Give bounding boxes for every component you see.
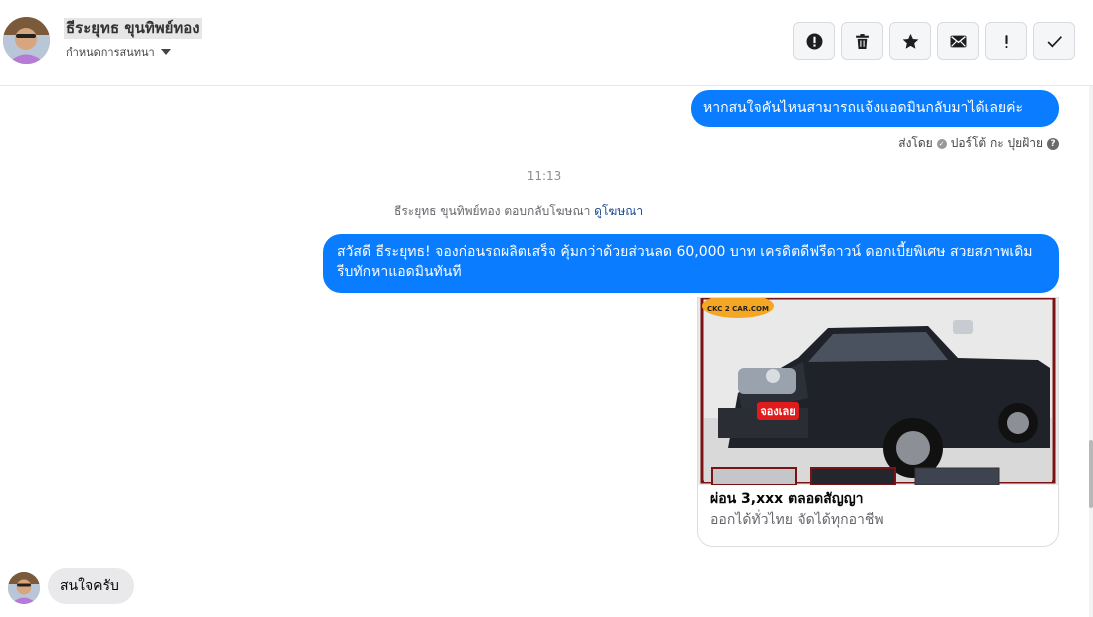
- sent-by-name: ปอร์โต้ กะ ปุยฝ้าย: [950, 136, 1043, 150]
- alert-circle-icon: [806, 33, 822, 49]
- incoming-message[interactable]: สนใจครับ: [48, 568, 134, 604]
- follow-up-button[interactable]: [985, 22, 1027, 60]
- customer-avatar[interactable]: [8, 572, 40, 604]
- ad-image-badge-text: CKC 2 CAR.COM: [707, 305, 769, 313]
- ad-card-title: ผ่อน 3,xxx ตลอดสัญญา: [710, 491, 864, 507]
- contact-avatar[interactable]: [3, 17, 50, 64]
- caret-down-icon: [160, 49, 171, 55]
- ad-image-button-text: จองเลย: [760, 405, 795, 418]
- ad-reply-note: ธีระยุทธ ขุนทิพย์ทอง ตอบกลับโฆษณา ดูโฆษณ…: [394, 202, 643, 221]
- conversation-header: ธีระยุทธ ขุนทิพย์ทอง กำหนดการสนทนา: [0, 0, 1093, 86]
- ad-card-subtitle: ออกได้ทั่วไทย จัดได้ทุกอาชีพ: [710, 512, 884, 528]
- ad-message[interactable]: สวัสดี ธีระยุทธ! จองก่อนรถผลิตเสร็จ คุ้ม…: [323, 234, 1059, 293]
- mark-unread-button[interactable]: [937, 22, 979, 60]
- conversation-toolbar: [793, 22, 1075, 60]
- star-icon: [902, 33, 918, 49]
- envelope-icon: [950, 35, 966, 47]
- scrollbar-track[interactable]: [1089, 86, 1093, 617]
- scrollbar-thumb[interactable]: [1089, 440, 1093, 508]
- message-timestamp: 11:13: [526, 169, 562, 183]
- ad-card[interactable]: CKC 2 CAR.COM จองเลย ผ่อน 3,xxx ตลอดสัญญ…: [697, 297, 1059, 547]
- verified-icon: ✓: [936, 138, 947, 149]
- assign-conversation-dropdown[interactable]: กำหนดการสนทนา: [66, 43, 171, 61]
- delete-button[interactable]: [841, 22, 883, 60]
- exclamation-icon: [1004, 34, 1008, 48]
- assign-label: กำหนดการสนทนา: [66, 46, 155, 59]
- view-ad-link[interactable]: ดูโฆษณา: [594, 204, 643, 218]
- sent-by-info: ส่งโดย ✓ ปอร์โต้ กะ ปุยฝ้าย ?: [898, 134, 1059, 153]
- outgoing-message[interactable]: หากสนใจคันไหนสามารถแจ้งแอดมินกลับมาได้เล…: [691, 90, 1059, 127]
- star-button[interactable]: [889, 22, 931, 60]
- done-button[interactable]: [1033, 22, 1075, 60]
- contact-name[interactable]: ธีระยุทธ ขุนทิพย์ทอง: [64, 18, 202, 39]
- help-icon[interactable]: ?: [1047, 137, 1059, 150]
- ad-reply-text: ธีระยุทธ ขุนทิพย์ทอง ตอบกลับโฆษณา: [394, 204, 591, 218]
- spam-button[interactable]: [793, 22, 835, 60]
- trash-icon: [855, 33, 869, 49]
- check-icon: [1047, 35, 1062, 48]
- ad-card-image: CKC 2 CAR.COM จองเลย: [698, 298, 1058, 485]
- sent-by-prefix: ส่งโดย: [898, 136, 933, 150]
